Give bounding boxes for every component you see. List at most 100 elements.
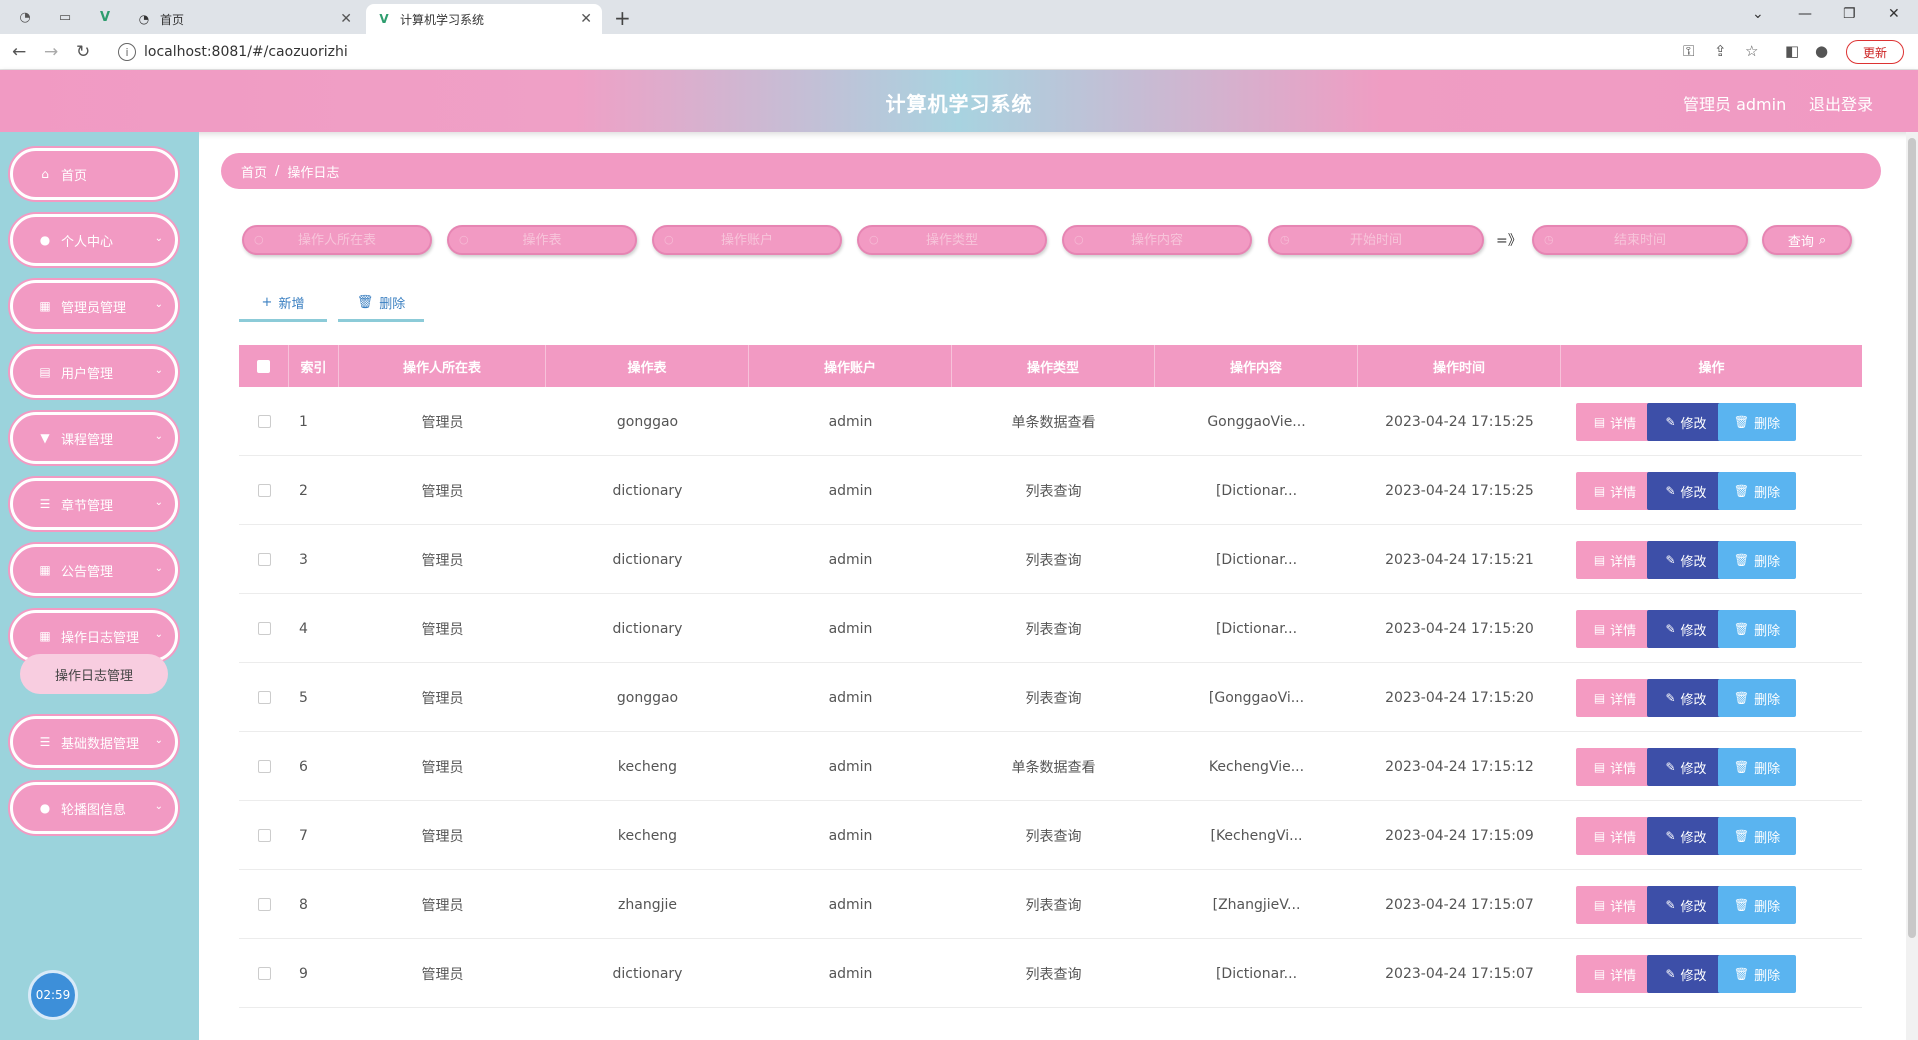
sidebar-item-notices[interactable]: ▦ 公告管理 ⌄ [10, 544, 178, 596]
info-icon[interactable]: i [118, 43, 136, 61]
table-name-input[interactable] [272, 232, 402, 248]
search-field-operation-table[interactable]: ○ [447, 225, 637, 255]
close-icon[interactable]: ✕ [580, 11, 592, 27]
minimize-icon[interactable]: — [1798, 6, 1812, 22]
operation-content-input[interactable] [1092, 232, 1222, 248]
detail-button[interactable]: ▤ 详情 [1576, 610, 1654, 648]
detail-button[interactable]: ▤ 详情 [1576, 955, 1654, 993]
cell-content: [GonggaoVi... [1208, 689, 1305, 706]
edit-button[interactable]: ✎ 修改 [1647, 817, 1725, 855]
sidebar-item-admins[interactable]: ▦ 管理员管理 ⌄ [10, 280, 178, 332]
delete-button[interactable]: 🗑 删除 [1718, 817, 1796, 855]
close-window-icon[interactable]: ✕ [1888, 6, 1900, 22]
edit-button[interactable]: ✎ 修改 [1647, 955, 1725, 993]
operation-account-input[interactable] [682, 232, 812, 248]
search-field-operation-content[interactable]: ○ [1062, 225, 1252, 255]
edit-button[interactable]: ✎ 修改 [1647, 748, 1725, 786]
key-icon[interactable]: ⚿ [1683, 42, 1694, 60]
edit-button[interactable]: ✎ 修改 [1647, 403, 1725, 441]
sidebar-item-chapters[interactable]: ☰ 章节管理 ⌄ [10, 478, 178, 530]
url-field[interactable]: i localhost:8081/#/caozuorizhi [108, 39, 1688, 65]
search-field-operation-account[interactable]: ○ [652, 225, 842, 255]
cell-account: admin [828, 620, 873, 637]
delete-button[interactable]: 🗑 删除 [1718, 679, 1796, 717]
page-scrollbar[interactable] [1906, 132, 1918, 1040]
edit-button[interactable]: ✎ 修改 [1647, 679, 1725, 717]
batch-delete-button[interactable]: 🗑 删除 [338, 286, 424, 322]
scrollbar-thumb[interactable] [1908, 138, 1916, 938]
row-checkbox[interactable] [257, 829, 271, 842]
row-checkbox[interactable] [257, 898, 271, 911]
search-field-start-time[interactable]: ◷ [1268, 225, 1484, 255]
cell-table: kecheng [617, 827, 678, 844]
profile-icon[interactable]: ● [1815, 42, 1828, 60]
select-all-checkbox[interactable] [257, 359, 270, 373]
edit-button[interactable]: ✎ 修改 [1647, 472, 1725, 510]
operation-type-input[interactable] [887, 232, 1017, 248]
edit-button[interactable]: ✎ 修改 [1647, 541, 1725, 579]
sidebar-item-carousel[interactable]: ● 轮播图信息 ⌄ [10, 782, 178, 834]
star-icon[interactable]: ☆ [1745, 42, 1758, 60]
pinned-tab-vue-icon[interactable]: V [94, 6, 116, 28]
pinned-tab-blank-icon[interactable]: ▭ [54, 6, 76, 28]
sidepanel-icon[interactable]: ◧ [1785, 42, 1799, 60]
edit-button[interactable]: ✎ 修改 [1647, 610, 1725, 648]
tab-search-icon[interactable]: ⌄ [1752, 6, 1764, 22]
row-checkbox[interactable] [257, 967, 271, 980]
update-button[interactable]: 更新 [1846, 40, 1904, 64]
add-button[interactable]: + 新增 [239, 286, 327, 322]
detail-button[interactable]: ▤ 详情 [1576, 403, 1654, 441]
delete-button[interactable]: 🗑 删除 [1718, 541, 1796, 579]
reload-icon[interactable]: ↻ [76, 42, 90, 62]
detail-button[interactable]: ▤ 详情 [1576, 679, 1654, 717]
delete-button[interactable]: 🗑 删除 [1718, 748, 1796, 786]
share-icon[interactable]: ⇪ [1714, 42, 1727, 60]
detail-button[interactable]: ▤ 详情 [1576, 748, 1654, 786]
restore-icon[interactable]: ❐ [1843, 6, 1856, 22]
row-checkbox[interactable] [257, 553, 271, 566]
submenu-item-logs[interactable]: 操作日志管理 [20, 654, 168, 694]
delete-button[interactable]: 🗑 删除 [1718, 610, 1796, 648]
sidebar-item-home[interactable]: ⌂ 首页 [10, 148, 178, 200]
row-checkbox[interactable] [257, 415, 271, 428]
delete-button[interactable]: 🗑 删除 [1718, 955, 1796, 993]
query-button[interactable]: 查询 ⌕ [1762, 225, 1852, 255]
delete-button[interactable]: 🗑 删除 [1718, 472, 1796, 510]
operation-table-input[interactable] [477, 232, 607, 248]
new-tab-icon[interactable]: + [614, 6, 631, 30]
delete-button[interactable]: 🗑 删除 [1718, 886, 1796, 924]
detail-button[interactable]: ▤ 详情 [1576, 817, 1654, 855]
search-field-table-name[interactable]: ○ [242, 225, 432, 255]
end-time-input[interactable] [1575, 232, 1705, 248]
detail-button[interactable]: ▤ 详情 [1576, 472, 1654, 510]
sidebar-item-basic-data[interactable]: ☰ 基础数据管理 ⌄ [10, 716, 178, 768]
table-row: 8 管理员 zhangjie admin 列表查询 [ZhangjieV... 2023-0… [239, 870, 1862, 939]
logout-link[interactable]: 退出登录 [1809, 91, 1873, 115]
delete-button[interactable]: 🗑 删除 [1718, 403, 1796, 441]
forward-icon[interactable]: → [44, 42, 58, 62]
pinned-tab-icon[interactable]: ◔ [14, 6, 36, 28]
close-icon[interactable]: ✕ [340, 11, 352, 27]
detail-button[interactable]: ▤ 详情 [1576, 886, 1654, 924]
sidebar-item-courses[interactable]: ▼ 课程管理 ⌄ [10, 412, 178, 464]
edit-button[interactable]: ✎ 修改 [1647, 886, 1725, 924]
back-icon[interactable]: ← [12, 42, 26, 62]
clock-icon: ◷ [1544, 233, 1554, 246]
search-field-end-time[interactable]: ◷ [1532, 225, 1748, 255]
browser-tab-home[interactable]: ◔ 首页 ✕ [126, 4, 362, 34]
browser-tab-active[interactable]: V 计算机学习系统 ✕ [366, 4, 602, 34]
detail-button[interactable]: ▤ 详情 [1576, 541, 1654, 579]
row-select-cell [239, 456, 289, 525]
cup-icon: ▼ [40, 431, 50, 445]
row-checkbox[interactable] [257, 760, 271, 773]
breadcrumb-home[interactable]: 首页 [241, 162, 267, 181]
sidebar-item-profile[interactable]: ● 个人中心 ⌄ [10, 214, 178, 266]
search-field-operation-type[interactable]: ○ [857, 225, 1047, 255]
cell-content: GonggaoVie... [1207, 413, 1306, 430]
row-checkbox[interactable] [257, 484, 271, 497]
start-time-input[interactable] [1311, 232, 1441, 248]
range-separator: =》 [1496, 233, 1522, 249]
row-checkbox[interactable] [257, 622, 271, 635]
row-checkbox[interactable] [257, 691, 271, 704]
sidebar-item-users[interactable]: ▤ 用户管理 ⌄ [10, 346, 178, 398]
